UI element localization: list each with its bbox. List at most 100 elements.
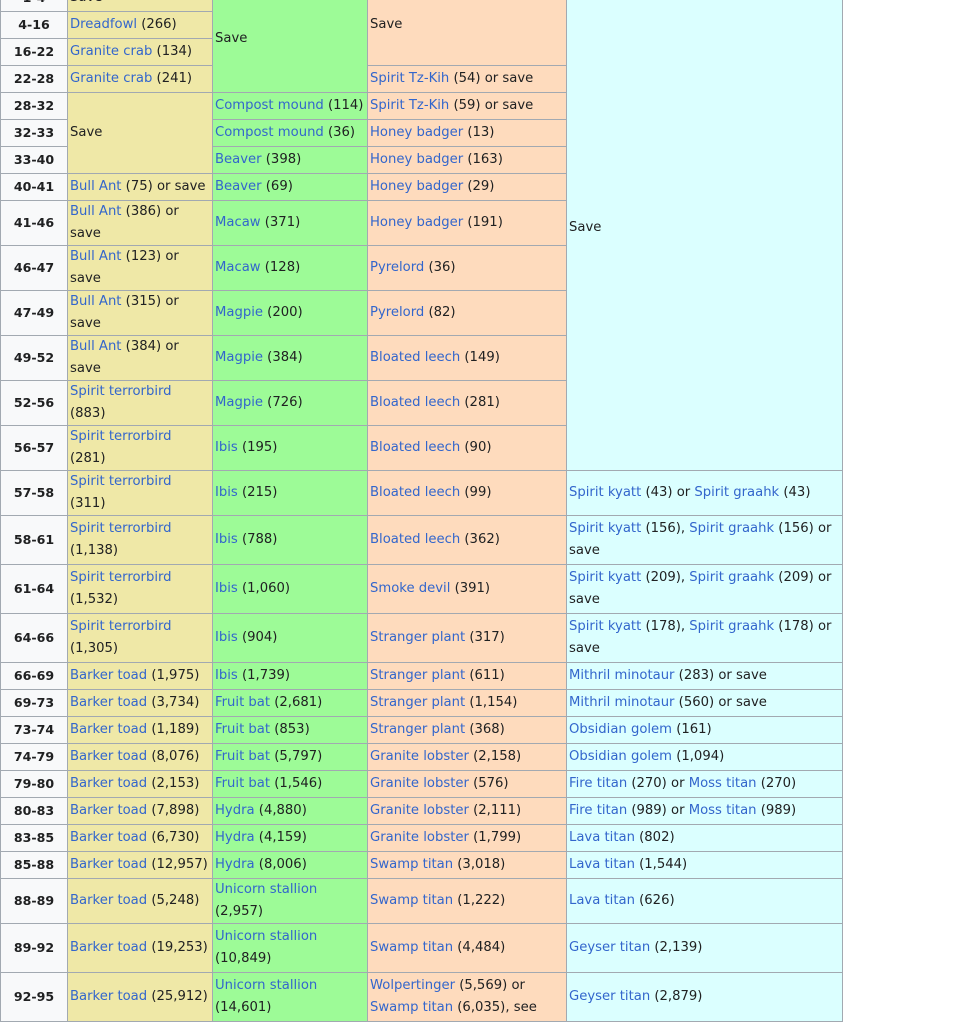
familiar-link[interactable]: Geyser titan — [569, 940, 650, 955]
familiar-link[interactable]: Bull Ant — [70, 204, 121, 219]
familiar-link[interactable]: Compost mound — [215, 98, 324, 113]
familiar-link[interactable]: Granite lobster — [370, 749, 469, 764]
familiar-link[interactable]: Dreadfowl — [70, 17, 137, 32]
familiar-link[interactable]: Geyser titan — [569, 989, 650, 1004]
familiar-link[interactable]: Obsidian golem — [569, 749, 672, 764]
familiar-link[interactable]: Spirit kyatt — [569, 485, 641, 500]
familiar-link[interactable]: Spirit graahk — [689, 521, 774, 536]
familiar-link[interactable]: Hydra — [215, 857, 255, 872]
familiar-link[interactable]: Swamp titan — [370, 893, 453, 908]
familiar-link[interactable]: Granite lobster — [370, 830, 469, 845]
familiar-link[interactable]: Spirit Tz-Kih — [370, 98, 449, 113]
familiar-link[interactable]: Spirit Tz-Kih — [370, 71, 449, 86]
familiar-link[interactable]: Spirit kyatt — [569, 570, 641, 585]
familiar-link[interactable]: Barker toad — [70, 989, 147, 1004]
familiar-link[interactable]: Ibis — [215, 440, 238, 455]
familiar-link[interactable]: Honey badger — [370, 215, 463, 230]
familiar-link[interactable]: Barker toad — [70, 722, 147, 737]
familiar-link[interactable]: Barker toad — [70, 893, 147, 908]
familiar-link[interactable]: Pyrelord — [370, 260, 424, 275]
familiar-link[interactable]: Mithril minotaur — [569, 695, 674, 710]
familiar-link[interactable]: Honey badger — [370, 125, 463, 140]
familiar-link[interactable]: Mithril minotaur — [569, 668, 674, 683]
familiar-link[interactable]: Stranger plant — [370, 722, 465, 737]
familiar-link[interactable]: Magpie — [215, 395, 263, 410]
familiar-link[interactable]: Lava titan — [569, 893, 635, 908]
familiar-link[interactable]: Honey badger — [370, 152, 463, 167]
familiar-link[interactable]: Macaw — [215, 260, 261, 275]
familiar-link[interactable]: Spirit graahk — [694, 485, 779, 500]
familiar-link[interactable]: Spirit kyatt — [569, 619, 641, 634]
familiar-link[interactable]: Bloated leech — [370, 485, 460, 500]
familiar-link[interactable]: Granite crab — [70, 44, 152, 59]
familiar-link[interactable]: Bloated leech — [370, 395, 460, 410]
familiar-link[interactable]: Spirit terrorbird — [70, 429, 172, 444]
familiar-link[interactable]: Bull Ant — [70, 294, 121, 309]
familiar-link[interactable]: Lava titan — [569, 830, 635, 845]
familiar-link[interactable]: Granite crab — [70, 71, 152, 86]
familiar-link[interactable]: Moss titan — [689, 776, 757, 791]
familiar-link[interactable]: Hydra — [215, 803, 255, 818]
familiar-link[interactable]: Beaver — [215, 152, 262, 167]
familiar-link[interactable]: Ibis — [215, 668, 238, 683]
familiar-link[interactable]: Bloated leech — [370, 532, 460, 547]
familiar-link[interactable]: Fruit bat — [215, 749, 270, 764]
familiar-link[interactable]: Spirit graahk — [689, 619, 774, 634]
familiar-link[interactable]: Fire titan — [569, 803, 627, 818]
familiar-link[interactable]: Pyrelord — [370, 305, 424, 320]
familiar-link[interactable]: Spirit kyatt — [569, 521, 641, 536]
familiar-link[interactable]: Spirit terrorbird — [70, 384, 172, 399]
familiar-link[interactable]: Honey badger — [370, 179, 463, 194]
familiar-link[interactable]: Stranger plant — [370, 695, 465, 710]
familiar-link[interactable]: Stranger plant — [370, 668, 465, 683]
familiar-link[interactable]: Spirit terrorbird — [70, 570, 172, 585]
familiar-link[interactable]: Barker toad — [70, 749, 147, 764]
familiar-link[interactable]: Barker toad — [70, 695, 147, 710]
familiar-link[interactable]: Compost mound — [215, 125, 324, 140]
familiar-link[interactable]: Ibis — [215, 532, 238, 547]
familiar-link[interactable]: Bull Ant — [70, 339, 121, 354]
familiar-link[interactable]: Moss titan — [689, 803, 757, 818]
familiar-link[interactable]: Stranger plant — [370, 630, 465, 645]
familiar-link[interactable]: Barker toad — [70, 776, 147, 791]
familiar-link[interactable]: Barker toad — [70, 857, 147, 872]
familiar-link[interactable]: Granite lobster — [370, 776, 469, 791]
familiar-link[interactable]: Unicorn stallion — [215, 929, 317, 944]
familiar-link[interactable]: Unicorn stallion — [215, 978, 317, 993]
familiar-link[interactable]: Spirit terrorbird — [70, 619, 172, 634]
familiar-link[interactable]: Barker toad — [70, 803, 147, 818]
familiar-link[interactable]: Swamp titan — [370, 940, 453, 955]
familiar-link[interactable]: Bloated leech — [370, 440, 460, 455]
familiar-link[interactable]: Barker toad — [70, 940, 147, 955]
familiar-link[interactable]: Barker toad — [70, 830, 147, 845]
familiar-link[interactable]: Bloated leech — [370, 350, 460, 365]
familiar-link[interactable]: Obsidian golem — [569, 722, 672, 737]
familiar-link[interactable]: Swamp titan — [370, 857, 453, 872]
familiar-link[interactable]: Beaver — [215, 179, 262, 194]
level-range-cell: 1-4 — [0, 0, 68, 12]
familiar-link[interactable]: Fruit bat — [215, 776, 270, 791]
familiar-link[interactable]: Spirit terrorbird — [70, 474, 172, 489]
familiar-link[interactable]: Ibis — [215, 581, 238, 596]
familiar-link[interactable]: Fruit bat — [215, 695, 270, 710]
familiar-link[interactable]: Magpie — [215, 305, 263, 320]
familiar-link[interactable]: Ibis — [215, 630, 238, 645]
familiar-link[interactable]: Magpie — [215, 350, 263, 365]
familiar-link[interactable]: Macaw — [215, 215, 261, 230]
familiar-link[interactable]: Smoke devil — [370, 581, 450, 596]
familiar-link[interactable]: Bull Ant — [70, 179, 121, 194]
familiar-cell-col2: Compost mound (114) — [212, 92, 368, 120]
familiar-link[interactable]: Unicorn stallion — [215, 882, 317, 897]
familiar-link[interactable]: Swamp titan — [370, 1000, 453, 1015]
familiar-link[interactable]: Barker toad — [70, 668, 147, 683]
familiar-link[interactable]: Fire titan — [569, 776, 627, 791]
familiar-link[interactable]: Spirit graahk — [689, 570, 774, 585]
familiar-link[interactable]: Ibis — [215, 485, 238, 500]
familiar-link[interactable]: Bull Ant — [70, 249, 121, 264]
familiar-link[interactable]: Granite lobster — [370, 803, 469, 818]
familiar-link[interactable]: Wolpertinger — [370, 978, 455, 993]
familiar-link[interactable]: Spirit terrorbird — [70, 521, 172, 536]
familiar-link[interactable]: Lava titan — [569, 857, 635, 872]
familiar-link[interactable]: Hydra — [215, 830, 255, 845]
familiar-link[interactable]: Fruit bat — [215, 722, 270, 737]
